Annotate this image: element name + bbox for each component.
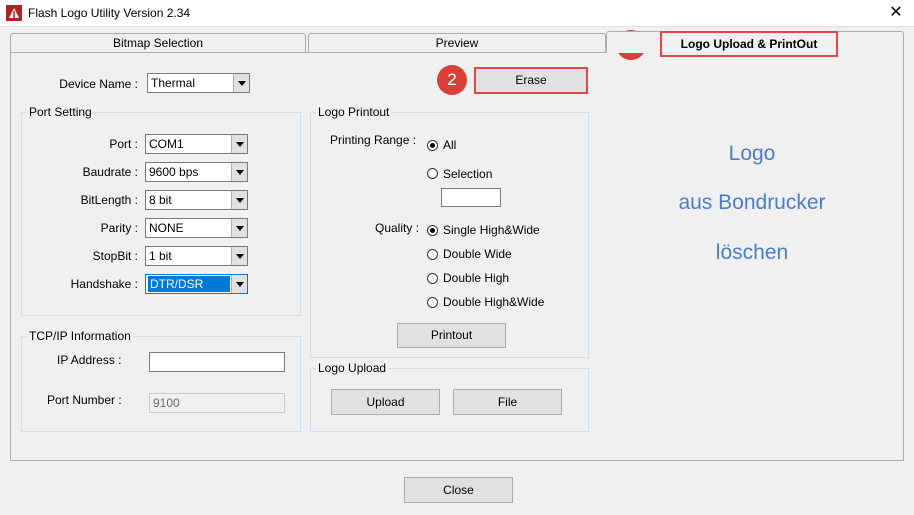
quality-double-highwide-radio[interactable] <box>427 297 438 308</box>
chevron-down-icon[interactable] <box>231 219 247 237</box>
file-button[interactable]: File <box>453 389 562 415</box>
stopbit-select[interactable]: 1 bit <box>145 246 248 266</box>
tcpip-group <box>21 336 301 432</box>
erase-button[interactable]: Erase <box>474 67 588 94</box>
device-name-label: Device Name : <box>59 77 138 91</box>
chevron-down-icon[interactable] <box>231 275 247 293</box>
range-selection-label: Selection <box>443 167 493 181</box>
tab-bitmap-selection[interactable]: Bitmap Selection <box>10 33 306 52</box>
handshake-label: Handshake : <box>70 277 138 291</box>
quality-double-high-label: Double High <box>443 271 510 285</box>
tab-preview[interactable]: Preview <box>308 33 606 52</box>
title-bar: Flash Logo Utility Version 2.34 ✕ <box>0 0 914 27</box>
ip-address-input[interactable] <box>150 353 284 371</box>
upload-button[interactable]: Upload <box>331 389 440 415</box>
tab-logo-upload-printout-highlight[interactable]: Logo Upload & PrintOut <box>660 31 838 57</box>
device-name-value: Thermal <box>151 76 196 90</box>
printout-button[interactable]: Printout <box>397 323 506 348</box>
parity-select[interactable]: NONE <box>145 218 248 238</box>
parity-value: NONE <box>149 221 184 235</box>
selection-range-field[interactable] <box>441 188 501 207</box>
chevron-down-icon[interactable] <box>231 247 247 265</box>
quality-double-highwide-label: Double High&Wide <box>443 295 545 309</box>
logo-upload-title: Logo Upload <box>316 361 389 375</box>
parity-label: Parity : <box>100 221 138 235</box>
printing-range-label: Printing Range : <box>330 133 417 147</box>
port-number-label: Port Number : <box>47 393 122 407</box>
stopbit-value: 1 bit <box>149 249 172 263</box>
bitlength-value: 8 bit <box>149 193 172 207</box>
bitlength-select[interactable]: 8 bit <box>145 190 248 210</box>
chevron-down-icon[interactable] <box>233 74 249 92</box>
port-setting-title: Port Setting <box>27 105 94 119</box>
bitlength-label: BitLength : <box>80 193 138 207</box>
annotation-badge-2: 2 <box>437 65 467 95</box>
quality-single-label: Single High&Wide <box>443 223 540 237</box>
chevron-down-icon[interactable] <box>231 135 247 153</box>
baudrate-select[interactable]: 9600 bps <box>145 162 248 182</box>
selection-range-input[interactable] <box>442 189 500 206</box>
range-all-radio[interactable] <box>427 140 438 151</box>
port-label: Port : <box>109 137 138 151</box>
stopbit-label: StopBit : <box>92 249 138 263</box>
port-select[interactable]: COM1 <box>145 134 248 154</box>
close-window-icon[interactable]: ✕ <box>882 1 910 25</box>
port-value: COM1 <box>149 137 184 151</box>
tcpip-title: TCP/IP Information <box>27 329 133 343</box>
quality-double-wide-label: Double Wide <box>443 247 512 261</box>
chevron-down-icon[interactable] <box>231 163 247 181</box>
quality-double-high-radio[interactable] <box>427 273 438 284</box>
quality-single-radio[interactable] <box>427 225 438 236</box>
note-line-2: aus Bondrucker <box>678 191 826 214</box>
chevron-down-icon[interactable] <box>231 191 247 209</box>
logo-printout-title: Logo Printout <box>316 105 392 119</box>
note-line-1: Logo <box>728 142 776 165</box>
handshake-value: DTR/DSR <box>148 276 230 292</box>
ip-address-field[interactable] <box>149 352 285 372</box>
baudrate-label: Baudrate : <box>82 165 138 179</box>
app-logo-icon <box>6 5 22 21</box>
range-all-label: All <box>443 138 457 152</box>
window-title: Flash Logo Utility Version 2.34 <box>28 6 191 20</box>
note-line-3: löschen <box>715 241 789 264</box>
quality-double-wide-radio[interactable] <box>427 249 438 260</box>
baudrate-value: 9600 bps <box>149 165 199 179</box>
port-number-input[interactable] <box>150 394 284 412</box>
quality-label: Quality : <box>375 221 420 235</box>
port-number-field[interactable] <box>149 393 285 413</box>
range-selection-radio[interactable] <box>427 168 438 179</box>
ip-address-label: IP Address : <box>57 353 122 367</box>
device-name-select[interactable]: Thermal <box>147 73 250 93</box>
handshake-select[interactable]: DTR/DSR <box>145 274 248 294</box>
close-button[interactable]: Close <box>404 477 513 503</box>
